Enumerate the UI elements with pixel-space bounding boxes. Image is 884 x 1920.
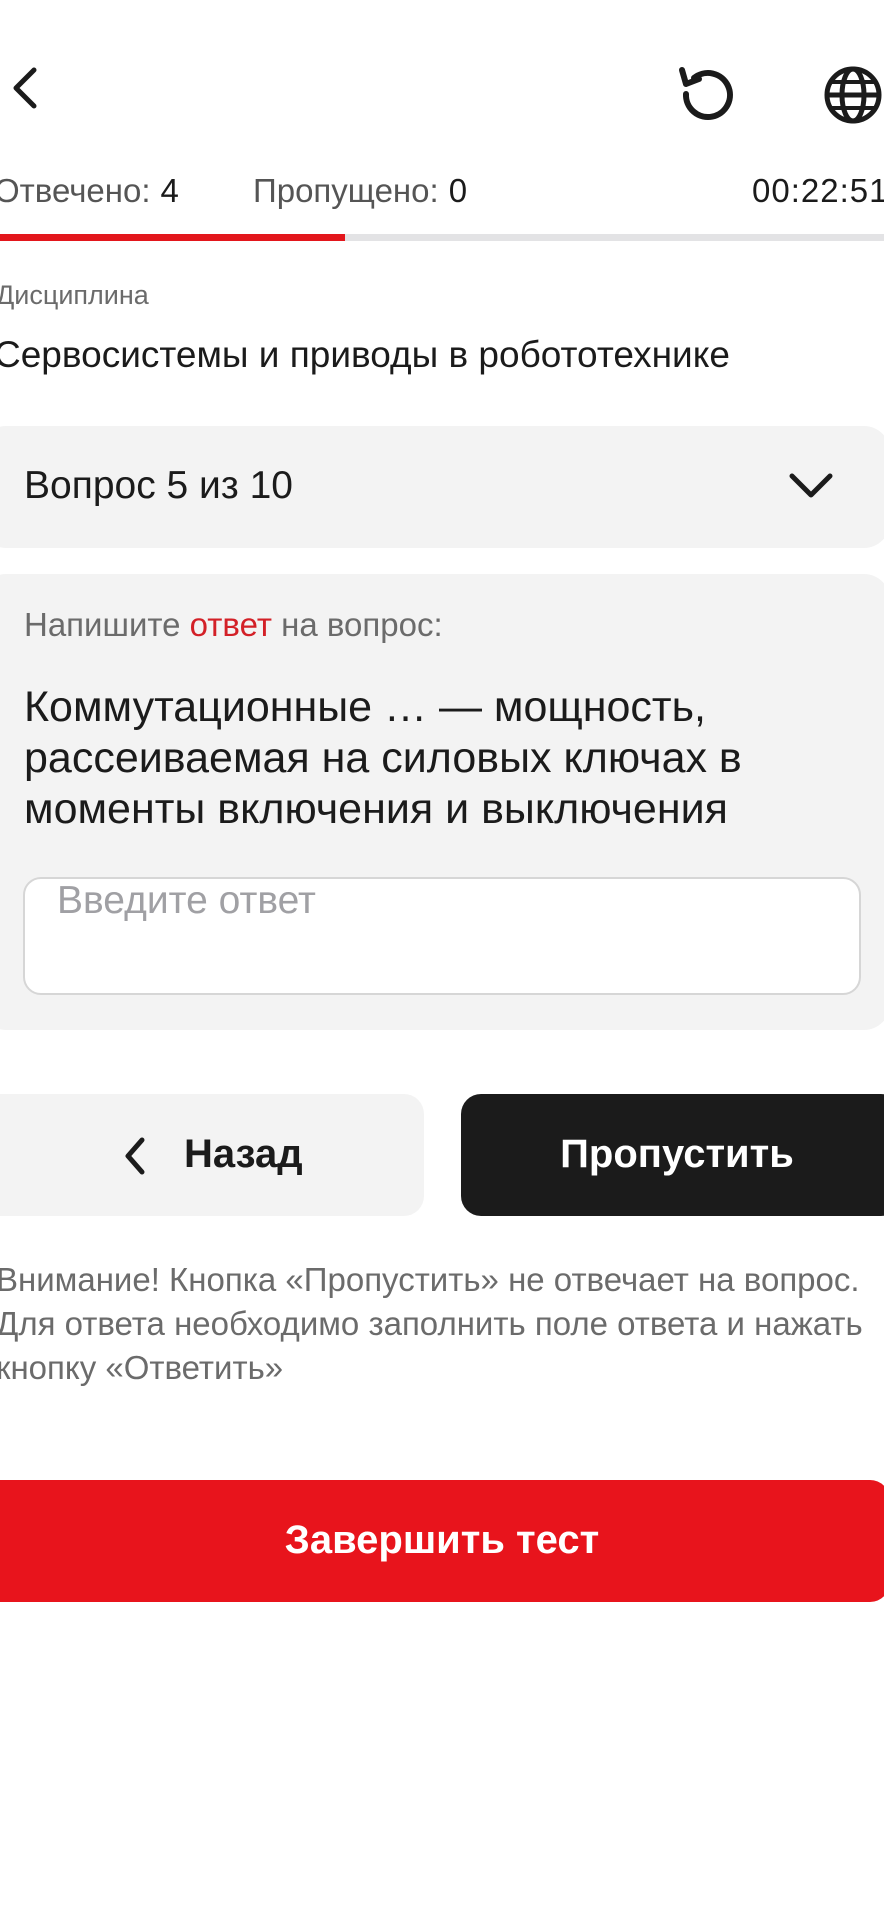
timer: 00:22:51 — [752, 172, 884, 209]
chevron-down-icon — [788, 466, 834, 506]
finish-test-button[interactable]: Завершить тест — [0, 1480, 884, 1602]
progress-fill — [0, 234, 345, 241]
prompt-accent: ответ — [189, 606, 272, 643]
answer-input[interactable] — [23, 877, 861, 995]
answered-stat: Отвечено: 4 — [0, 172, 179, 210]
skip-button-label: Пропустить — [560, 1132, 794, 1176]
skipped-value: 0 — [448, 172, 468, 209]
question-selector-label: Вопрос 5 из 10 — [24, 464, 293, 507]
question-text: Коммутационные … — мощность, рассеиваема… — [24, 683, 742, 833]
stats-row: Отвечено: 4 Пропущено: 0 00:22:51 — [0, 172, 884, 220]
skipped-stat: Пропущено: 0 — [253, 172, 467, 210]
skipped-label: Пропущено: — [253, 172, 439, 209]
prompt-text-after: на вопрос: — [271, 606, 443, 643]
discipline-name: Сервосистемы и приводы в робототехнике — [0, 334, 730, 375]
progress-bar — [0, 234, 884, 241]
back-button[interactable]: Назад — [0, 1094, 424, 1216]
question-selector[interactable]: Вопрос 5 из 10 — [0, 426, 884, 548]
discipline-caption: Дисциплина — [0, 280, 149, 310]
question-card: Напишите ответ на вопрос: Коммутационные… — [0, 574, 884, 1030]
top-bar — [0, 0, 884, 170]
chevron-left-icon — [120, 1134, 150, 1178]
skip-button[interactable]: Пропустить — [461, 1094, 884, 1216]
back-icon[interactable] — [2, 58, 48, 118]
reset-icon[interactable] — [672, 60, 742, 130]
skip-warning: Внимание! Кнопка «Пропустить» не отвечае… — [0, 1261, 863, 1386]
answered-value: 4 — [160, 172, 179, 209]
test-screen: Отвечено: 4 Пропущено: 0 00:22:51 Дисципли… — [0, 0, 884, 1920]
answered-label: Отвечено: — [0, 172, 151, 209]
back-button-label: Назад — [184, 1132, 303, 1176]
prompt-text-before: Напишите — [24, 606, 190, 643]
finish-test-label: Завершить тест — [284, 1518, 600, 1562]
globe-icon[interactable] — [818, 60, 884, 130]
question-prompt: Напишите ответ на вопрос: — [24, 606, 443, 644]
